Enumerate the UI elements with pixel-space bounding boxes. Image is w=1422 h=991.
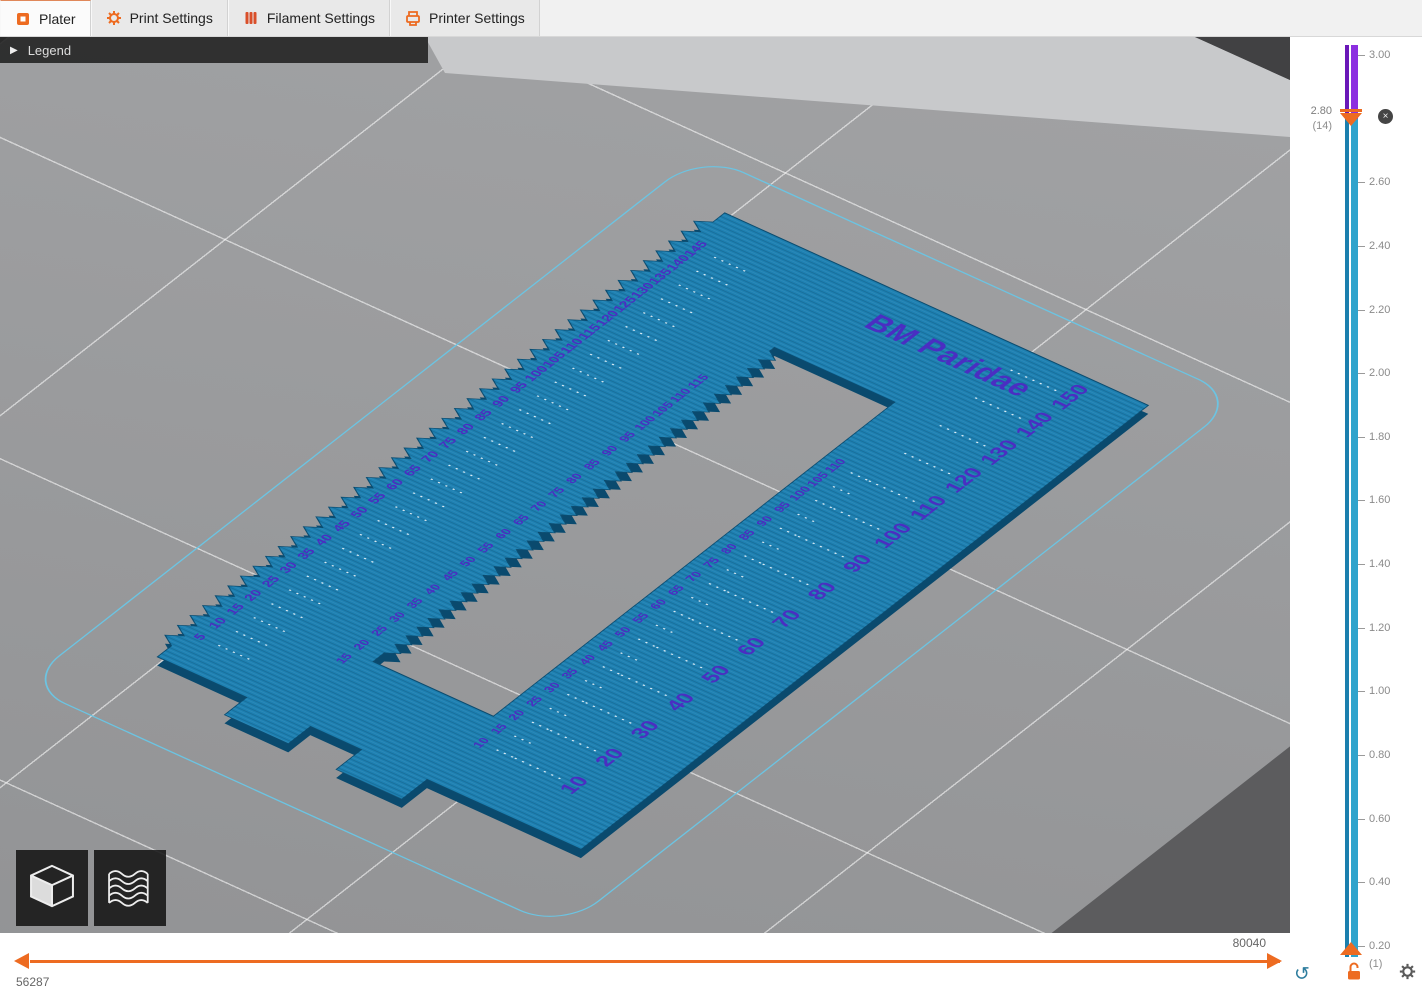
- layer-tick-label: 1.60: [1369, 494, 1391, 507]
- move-slider-max-label: 80040: [1232, 936, 1266, 950]
- layer-tick: [1358, 882, 1365, 884]
- layer-tick: [1358, 818, 1365, 820]
- layer-slider-upper-handle[interactable]: [1340, 113, 1362, 126]
- plater-icon: [15, 11, 31, 27]
- layers-icon: [101, 856, 159, 921]
- layer-tick: [1358, 627, 1365, 629]
- slider-left-arrow-button[interactable]: [14, 953, 29, 969]
- layer-tick: [1358, 691, 1365, 693]
- layer-tick: [1358, 564, 1365, 566]
- move-slider-position-label: 56287: [16, 975, 50, 989]
- layer-tick: [1358, 755, 1365, 757]
- legend-label: Legend: [27, 42, 72, 58]
- filament-icon: [243, 10, 259, 26]
- layer-tick-label: 1.40: [1369, 558, 1391, 571]
- slider-right-arrow-button[interactable]: [1267, 953, 1282, 969]
- preview-view-button[interactable]: [94, 850, 166, 926]
- layer-tick-label: 2.60: [1369, 176, 1391, 189]
- layer-tick-label: 1.80: [1369, 430, 1391, 443]
- layer-tick-label: 2.20: [1369, 303, 1391, 316]
- 3d-viewport[interactable]: 150 140 130 120 110 100 90 80 70 60 50 40 30 20 10 145 1…: [0, 37, 1290, 933]
- lock-icon[interactable]: [1346, 962, 1362, 986]
- current-layer-index-label: (14): [1312, 120, 1332, 132]
- slider-action-icons: ↺: [1294, 961, 1416, 987]
- printer-icon: [405, 10, 421, 26]
- layer-tick: [1358, 245, 1365, 247]
- layer-tick-label: 1.00: [1369, 685, 1391, 698]
- model-object[interactable]: [119, 207, 1150, 869]
- layer-slider-track[interactable]: [1345, 45, 1358, 957]
- legend-expand-arrow-icon: ▶: [10, 44, 18, 56]
- editor-view-button[interactable]: [16, 850, 88, 926]
- legend-panel[interactable]: ▶ Legend: [0, 37, 428, 63]
- layer-slider-panel: 3.00 2.60 2.40 2.20 2.00 1.80 1.60 1.40 1.20 1.00…: [1290, 37, 1422, 991]
- layer-slider-lower-handle[interactable]: [1340, 942, 1362, 955]
- horizontal-slider-track[interactable]: [30, 960, 1280, 963]
- layer-tick-label: 0.80: [1369, 749, 1391, 762]
- tab-label: Plater: [39, 10, 76, 27]
- layer-tick: [1358, 182, 1365, 184]
- layer-tick-label: 0.60: [1369, 812, 1391, 825]
- gear-icon: [106, 10, 122, 26]
- layer-tick-label: 0.40: [1369, 876, 1391, 889]
- layer-tick: [1358, 373, 1365, 375]
- layer-tick-label: 2.40: [1369, 239, 1391, 252]
- sliced-model-canvas: 1501401301201101009080706050403020101451…: [44, 166, 1219, 917]
- layer-tick-label: 0.20: [1369, 939, 1391, 952]
- tab-filament-settings[interactable]: Filament Settings: [227, 0, 391, 36]
- tab-printer-settings[interactable]: Printer Settings: [390, 0, 540, 36]
- tab-label: Print Settings: [129, 10, 213, 26]
- settings-tab-bar: Plater Print Settings Filament Settings …: [0, 0, 1422, 37]
- layer-tick: [1358, 309, 1365, 311]
- layer-tick-label: 1.20: [1369, 621, 1391, 634]
- layer-tick: [1358, 55, 1365, 56]
- tab-plater[interactable]: Plater: [0, 0, 91, 36]
- reload-icon[interactable]: ↺: [1294, 965, 1310, 984]
- layer-tick-label: 3.00: [1369, 49, 1391, 61]
- layer-tick: [1358, 436, 1365, 438]
- preferences-gear-icon[interactable]: [1399, 963, 1416, 985]
- cube-icon: [23, 856, 81, 921]
- view-mode-toggles: [16, 850, 166, 926]
- tab-label: Filament Settings: [266, 10, 376, 26]
- move-slider-panel: 80040 56287: [0, 933, 1290, 991]
- current-layer-height-label: 2.80: [1310, 105, 1332, 117]
- layer-slider-upper-handle-bar: [1340, 109, 1362, 112]
- slider-close-button[interactable]: ×: [1378, 109, 1393, 124]
- layer-slider-track-top-segment: [1345, 45, 1358, 119]
- tab-label: Printer Settings: [429, 10, 525, 26]
- tab-print-settings[interactable]: Print Settings: [90, 0, 228, 36]
- layer-tick: [1358, 500, 1365, 502]
- layer-tick-label: 2.00: [1369, 367, 1391, 380]
